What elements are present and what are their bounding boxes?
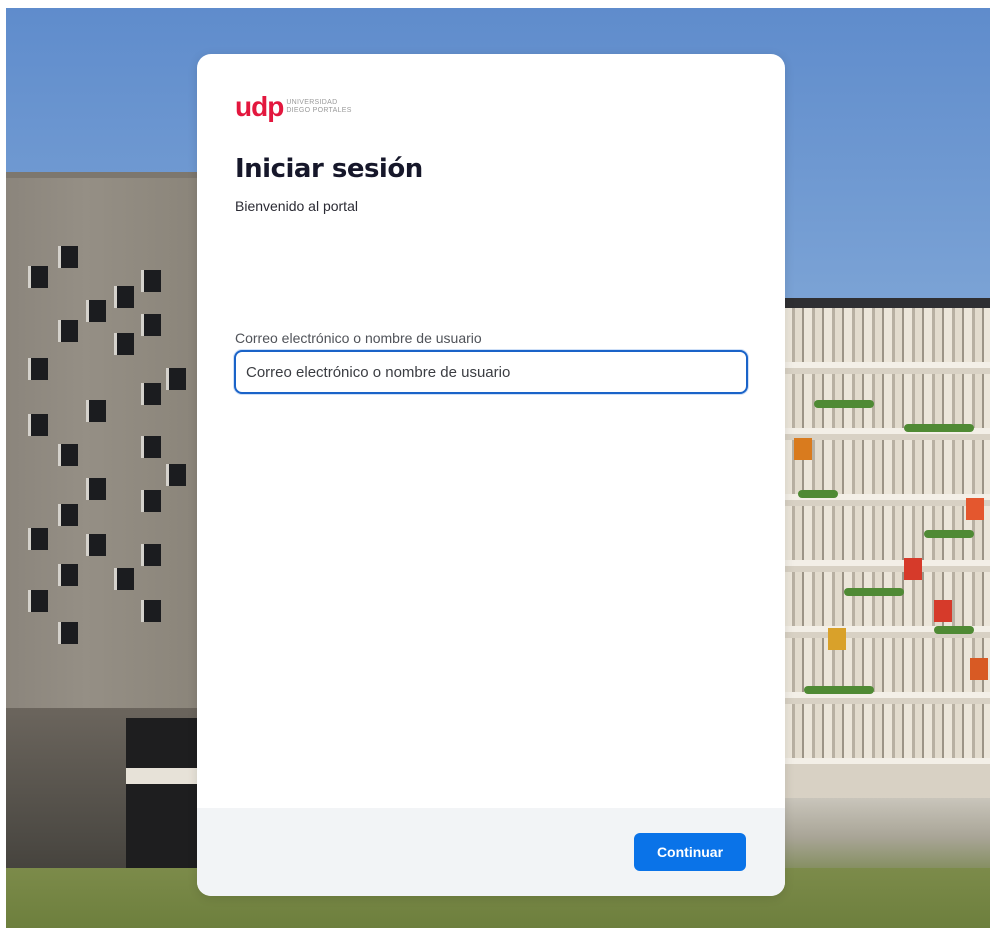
page-subtitle: Bienvenido al portal — [235, 198, 358, 214]
login-card: udp UNIVERSIDAD DIEGO PORTALES Iniciar s… — [197, 54, 785, 896]
username-input[interactable] — [234, 350, 748, 394]
logo-wordmark: UNIVERSIDAD DIEGO PORTALES — [286, 99, 351, 115]
continue-button[interactable]: Continuar — [634, 833, 746, 871]
logo-line-1: UNIVERSIDAD — [286, 99, 338, 106]
udp-logo: udp UNIVERSIDAD DIEGO PORTALES — [235, 91, 352, 122]
logo-line-2: DIEGO PORTALES — [286, 107, 352, 114]
username-label: Correo electrónico o nombre de usuario — [235, 330, 482, 346]
background-building-right — [784, 298, 990, 808]
page-title: Iniciar sesión — [235, 154, 423, 184]
logo-mark: udp — [235, 91, 284, 122]
